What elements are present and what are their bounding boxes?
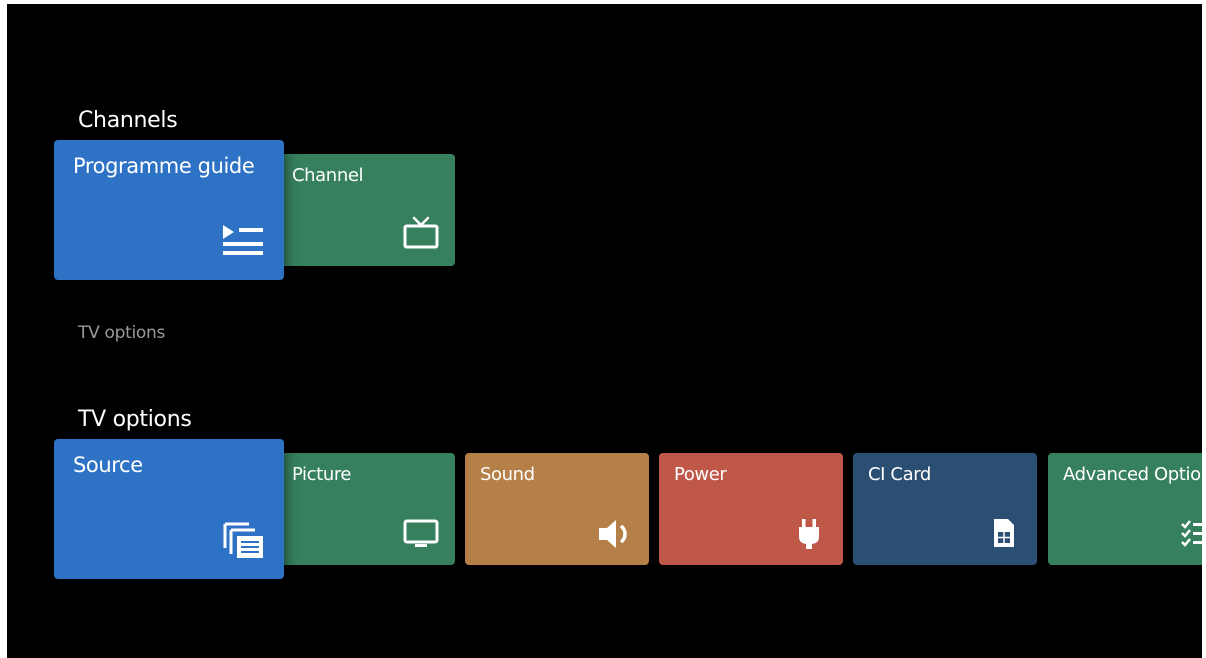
sim-card-icon — [994, 519, 1014, 547]
programme-guide-tile-label: Programme guide — [73, 154, 255, 178]
sound-tile[interactable]: Sound — [465, 453, 649, 565]
sound-tile-label: Sound — [480, 464, 535, 485]
power-tile-label: Power — [674, 464, 727, 485]
ci-card-tile[interactable]: CI Card — [853, 453, 1037, 565]
tv-options-hint: TV options — [78, 323, 166, 343]
speaker-icon — [599, 520, 627, 548]
channel-tile[interactable]: Channel — [277, 154, 455, 266]
channel-tile-label: Channel — [292, 165, 364, 186]
tv-options-section-title: TV options — [78, 407, 192, 432]
tv-icon — [403, 216, 439, 249]
plug-icon — [799, 519, 819, 549]
advanced-options-tile-label: Advanced Options — [1063, 464, 1202, 485]
source-tile-label: Source — [73, 453, 143, 477]
ci-card-tile-label: CI Card — [868, 464, 931, 485]
picture-tile-label: Picture — [292, 464, 352, 485]
source-tile[interactable]: Source — [54, 439, 284, 579]
programme-guide-icon — [223, 225, 263, 255]
source-icon — [223, 522, 263, 558]
picture-tile[interactable]: Picture — [277, 453, 455, 565]
power-tile[interactable]: Power — [659, 453, 843, 565]
advanced-options-tile[interactable]: Advanced Options — [1048, 453, 1202, 565]
channels-section-title: Channels — [78, 108, 178, 133]
checklist-icon — [1181, 520, 1202, 547]
monitor-icon — [403, 519, 439, 547]
tv-home-screen: Channels Channel Programme guide TV opti… — [7, 4, 1202, 658]
programme-guide-tile[interactable]: Programme guide — [54, 140, 284, 280]
